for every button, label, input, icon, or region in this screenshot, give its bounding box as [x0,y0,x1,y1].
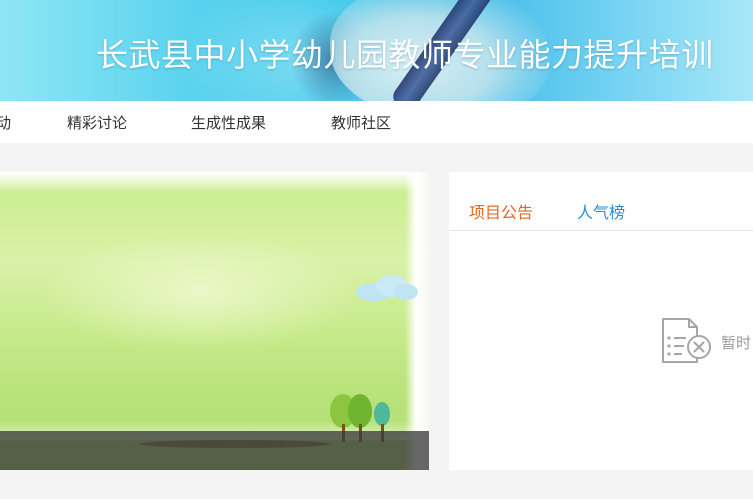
nav-item-community[interactable]: 教师社区 [331,112,391,133]
nav-item-activity[interactable]: 动 [0,112,11,133]
empty-state-text: 暂时 [721,334,752,352]
no-content-document-icon [662,318,711,363]
tab-popularity[interactable]: 人气榜 [577,199,625,223]
cloud-icon [356,275,418,301]
main-nav: 动 精彩讨论 生成性成果 教师社区 [0,101,753,143]
carousel-slide[interactable] [0,172,429,470]
page-bottom-strip [0,488,753,499]
announcement-panel: 项目公告 人气榜 暂时 [449,172,753,470]
slide-frame-top [0,172,429,192]
panel-tabs: 项目公告 人气榜 [449,172,753,231]
nav-item-outcomes[interactable]: 生成性成果 [191,112,266,133]
slide-caption-bar [0,431,429,470]
slide-haze [40,232,360,352]
nav-item-discussion[interactable]: 精彩讨论 [67,112,127,133]
banner-title: 长武县中小学幼儿园教师专业能力提升培训 [96,36,714,74]
slide-frame-right [405,172,429,470]
header-banner: 长武县中小学幼儿园教师专业能力提升培训 [0,0,753,101]
tab-announcements[interactable]: 项目公告 [469,199,533,223]
